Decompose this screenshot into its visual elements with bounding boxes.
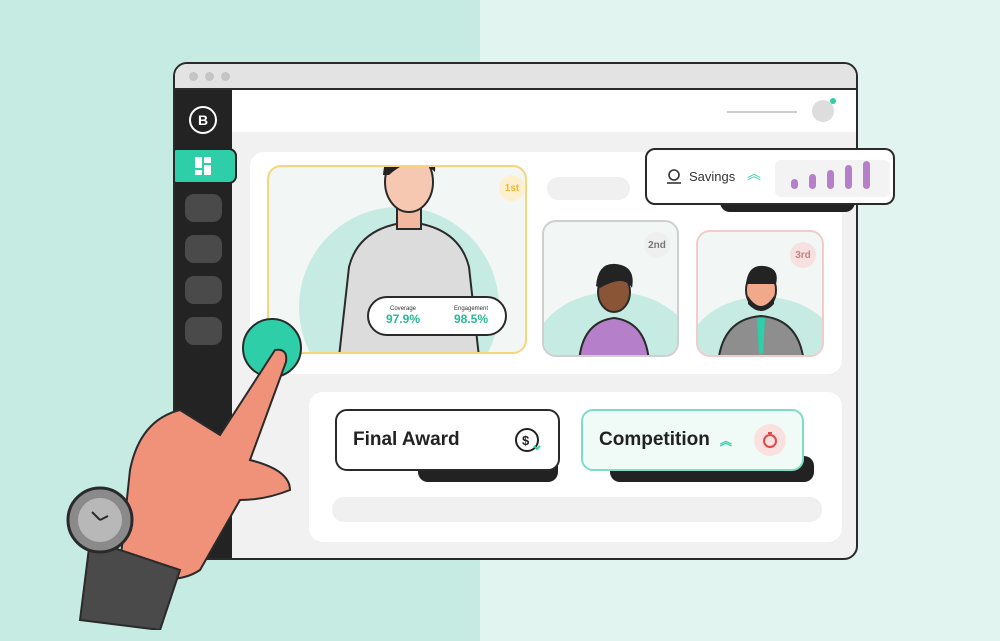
header <box>232 90 856 132</box>
coverage-value: 97.9% <box>385 312 421 326</box>
competition-card[interactable]: Competition ︽ <box>581 409 804 471</box>
savings-bar <box>809 174 816 189</box>
title-bar <box>175 64 856 90</box>
window-dot[interactable] <box>221 72 230 81</box>
svg-text:$: $ <box>522 433 530 448</box>
savings-label: Savings <box>689 169 736 184</box>
sidebar-item-dashboard[interactable] <box>175 148 237 184</box>
placeholder-pill <box>547 177 630 200</box>
final-award-label: Final Award <box>353 429 460 450</box>
money-hand-icon <box>667 169 681 184</box>
chevron-double-up-icon: ︽ <box>719 433 732 448</box>
savings-bar <box>845 165 852 189</box>
rank-badge: 3rd <box>790 242 816 268</box>
sidebar-item[interactable] <box>185 194 222 222</box>
savings-mini-chart <box>775 160 890 197</box>
logo: B <box>189 106 217 134</box>
engagement-value: 98.5% <box>453 312 489 326</box>
window-dot[interactable] <box>205 72 214 81</box>
person-illustration <box>578 263 650 355</box>
podium-card-3rd[interactable]: 3rd <box>696 230 824 357</box>
placeholder-bar <box>332 497 822 522</box>
header-line <box>727 111 797 113</box>
sidebar-item[interactable] <box>185 235 222 263</box>
rank-badge: 2nd <box>644 232 670 258</box>
hand-illustration <box>66 348 292 630</box>
competition-label: Competition <box>599 429 710 450</box>
status-dot <box>830 98 836 104</box>
savings-card[interactable]: Savings ︽ <box>645 148 895 205</box>
dashboard-icon <box>195 157 211 175</box>
sidebar-item[interactable] <box>185 276 222 304</box>
rank-badge: 1st <box>499 175 525 201</box>
podium-card-2nd[interactable]: 2nd <box>542 220 679 357</box>
savings-bar <box>791 178 798 189</box>
savings-bar <box>863 160 870 189</box>
savings-bar <box>827 169 834 189</box>
dollar-down-icon: $ <box>515 428 541 452</box>
final-award-card[interactable]: Final Award $ <box>335 409 560 471</box>
stats-pill: Coverage 97.9% Engagement 98.5% <box>367 296 507 336</box>
stopwatch-icon <box>754 424 786 456</box>
window-dot[interactable] <box>189 72 198 81</box>
person-illustration <box>718 265 804 355</box>
chevron-double-up-icon: ︽ <box>747 166 761 182</box>
